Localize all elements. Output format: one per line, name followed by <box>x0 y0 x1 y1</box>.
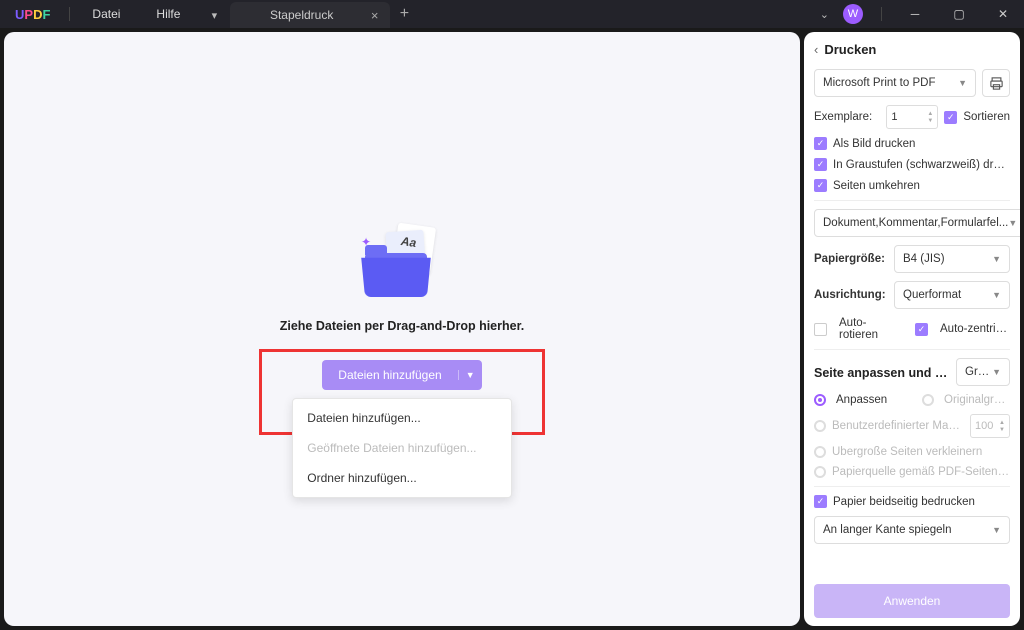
app-logo: UPDF <box>0 7 65 22</box>
panel-header: ‹ Drucken <box>814 42 1010 57</box>
orientation-select[interactable]: Querformat▼ <box>894 281 1010 309</box>
add-files-button[interactable]: Dateien hinzufügen ▼ <box>322 360 481 390</box>
auto-center-checkbox[interactable] <box>915 323 928 336</box>
close-icon[interactable]: × <box>361 8 379 23</box>
menu-add-files[interactable]: Dateien hinzufügen... <box>293 403 510 433</box>
drop-hint: Ziehe Dateien per Drag-and-Drop hierher. <box>280 319 525 333</box>
tab-active[interactable]: Stapeldruck × <box>230 2 390 28</box>
panel-title: Drucken <box>824 42 876 57</box>
orientation-label: Ausrichtung: <box>814 289 888 301</box>
menu-add-folder[interactable]: Ordner hinzufügen... <box>293 463 510 493</box>
duplex-checkbox[interactable] <box>814 495 827 508</box>
chevron-down-icon: ▼ <box>992 290 1001 300</box>
chevron-down-icon: ▼ <box>958 78 967 88</box>
home-icon: ▾ <box>212 9 218 22</box>
menu-help[interactable]: Hilfe <box>138 7 198 21</box>
window-controls: ⌄ W ─ ▢ ✕ <box>820 0 1024 28</box>
chevron-down-icon: ▼ <box>992 254 1001 264</box>
custom-scale-radio[interactable] <box>814 420 826 432</box>
new-tab-button[interactable]: + <box>390 0 418 28</box>
chevron-down-icon[interactable]: ⌄ <box>820 8 829 21</box>
printer-settings-button[interactable] <box>982 69 1010 97</box>
tab-bar: ▾ Stapeldruck × + <box>198 0 819 28</box>
copies-input[interactable]: 1 ▲▼ <box>886 105 938 129</box>
fit-section-title: Seite anpassen und Optio... <box>814 366 950 380</box>
menu-add-open-files: Geöffnete Dateien hinzufügen... <box>293 433 510 463</box>
add-files-menu: Dateien hinzufügen... Geöffnete Dateien … <box>292 398 511 498</box>
apply-button[interactable]: Anwenden <box>814 584 1010 618</box>
folder-illustration: ✦ Aa <box>357 223 447 303</box>
menu-file[interactable]: Datei <box>74 7 138 21</box>
title-bar: UPDF Datei Hilfe ▾ Stapeldruck × + ⌄ W ─… <box>0 0 1024 28</box>
grayscale-checkbox[interactable] <box>814 158 827 171</box>
paper-size-select[interactable]: B4 (JIS)▼ <box>894 245 1010 273</box>
copies-label: Exemplare: <box>814 111 880 123</box>
chevron-down-icon[interactable]: ▼ <box>458 370 482 380</box>
print-panel: ‹ Drucken Microsoft Print to PDF▼ Exempl… <box>804 32 1020 626</box>
fit-mode-select[interactable]: Grö...▼ <box>956 358 1010 386</box>
paper-size-label: Papiergröße: <box>814 253 888 265</box>
avatar[interactable]: W <box>843 4 863 24</box>
tab-title: Stapeldruck <box>242 8 360 22</box>
chevron-down-icon: ▼ <box>992 525 1001 535</box>
drop-area: ✦ Aa Ziehe Dateien per Drag-and-Drop hie… <box>259 223 544 435</box>
shrink-radio[interactable] <box>814 446 826 458</box>
maximize-button[interactable]: ▢ <box>944 0 974 28</box>
drop-canvas: ✦ Aa Ziehe Dateien per Drag-and-Drop hie… <box>4 32 800 626</box>
highlight-box: Dateien hinzufügen ▼ Dateien hinzufügen.… <box>259 349 544 435</box>
printer-select[interactable]: Microsoft Print to PDF▼ <box>814 69 976 97</box>
content-select[interactable]: Dokument,Kommentar,Formularfel...▼ <box>814 209 1020 237</box>
close-button[interactable]: ✕ <box>988 0 1018 28</box>
pdf-source-radio[interactable] <box>814 466 826 478</box>
back-icon[interactable]: ‹ <box>814 42 818 57</box>
text-icon: Aa <box>400 234 417 250</box>
duplex-mode-select[interactable]: An langer Kante spiegeln▼ <box>814 516 1010 544</box>
chevron-down-icon: ▼ <box>992 367 1001 377</box>
auto-rotate-checkbox[interactable] <box>814 323 827 336</box>
chevron-down-icon: ▼ <box>1008 218 1017 228</box>
printer-icon <box>989 76 1004 91</box>
sort-checkbox[interactable] <box>944 111 957 124</box>
original-radio[interactable] <box>922 394 934 406</box>
minimize-button[interactable]: ─ <box>900 0 930 28</box>
scale-input[interactable]: 100 ▲▼ <box>970 414 1010 438</box>
reverse-checkbox[interactable] <box>814 179 827 192</box>
as-image-checkbox[interactable] <box>814 137 827 150</box>
home-tab[interactable]: ▾ <box>198 2 230 28</box>
fit-radio[interactable] <box>814 394 826 406</box>
workspace: ✦ Aa Ziehe Dateien per Drag-and-Drop hie… <box>0 28 1024 630</box>
